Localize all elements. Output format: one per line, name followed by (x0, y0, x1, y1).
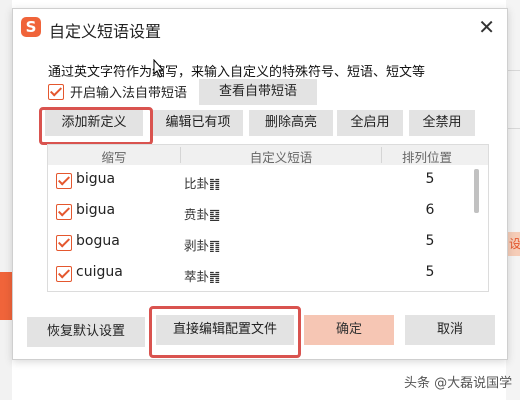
checkbox-checked-icon[interactable] (56, 173, 72, 189)
background-orange-tab (0, 272, 12, 320)
watermark: 头条 @大磊说国学 (404, 376, 513, 391)
column-header: 缩写 (101, 150, 127, 165)
cancel-button[interactable]: 取消 (405, 315, 495, 345)
abbreviation: bigua (76, 202, 116, 218)
background-divider (506, 128, 520, 129)
column-header: 排列位置 (401, 150, 452, 165)
delete-highlighted-button[interactable]: 删除高亮 (249, 110, 333, 136)
abbreviation: bogua (76, 233, 120, 249)
scrollbar-thumb[interactable] (474, 169, 479, 213)
background-right-panel (506, 0, 520, 400)
restore-default-button[interactable]: 恢复默认设置 (27, 317, 145, 347)
background-left-panel (0, 0, 12, 400)
edit-existing-button[interactable]: 编辑已有项 (153, 110, 243, 136)
background-settings-button: 设置 (506, 232, 520, 256)
close-icon[interactable]: ✕ (478, 15, 495, 39)
vertical-scrollbar[interactable] (470, 165, 484, 291)
abbreviation: bigua (76, 171, 116, 187)
table-row[interactable]: bigua 比卦䷇ 5 (48, 165, 488, 196)
checkbox-checked-icon[interactable] (48, 83, 64, 100)
table-row[interactable]: cuigua 萃卦䷬ 5 (48, 258, 488, 289)
disable-all-button[interactable]: 全禁用 (409, 110, 475, 136)
phrase: 比卦䷇ (184, 176, 221, 191)
edit-config-file-button[interactable]: 直接编辑配置文件 (156, 315, 294, 345)
position: 5 (425, 171, 435, 187)
table-header: 缩写 自定义短语 排列位置 (48, 145, 488, 165)
description-text: 通过英文字符作为缩写，来输入自定义的特殊符号、短语、短文等 (48, 65, 426, 80)
background-divider (506, 70, 520, 71)
enable-builtin-label: 开启输入法自带短语 (70, 86, 188, 101)
sogou-logo-icon: S (21, 17, 41, 37)
checkbox-checked-icon[interactable] (56, 204, 72, 220)
position: 5 (425, 233, 435, 249)
dialog-title: 自定义短语设置 (49, 22, 162, 41)
table-row[interactable]: bogua 剥卦䷖ 5 (48, 227, 488, 258)
custom-phrase-dialog: S 自定义短语设置 ✕ 通过英文字符作为缩写，来输入自定义的特殊符号、短语、短文… (12, 8, 508, 360)
enable-builtin-phrases[interactable]: 开启输入法自带短语 (48, 82, 187, 101)
column-header: 自定义短语 (249, 150, 313, 165)
position: 5 (425, 264, 435, 280)
phrase: 萃卦䷬ (184, 269, 221, 284)
enable-all-button[interactable]: 全启用 (337, 110, 403, 136)
confirm-button[interactable]: 确定 (304, 315, 394, 345)
phrase: 剥卦䷖ (184, 238, 221, 253)
phrase: 贲卦䷕ (184, 207, 221, 222)
add-new-button[interactable]: 添加新定义 (45, 110, 143, 136)
phrase-table: 缩写 自定义短语 排列位置 bigua 比卦䷇ 5 bigua 贲卦䷕ 6 bo… (47, 144, 489, 292)
title-bar: S 自定义短语设置 ✕ (13, 9, 507, 47)
checkbox-checked-icon[interactable] (56, 235, 72, 251)
abbreviation: cuigua (76, 264, 123, 280)
table-row[interactable]: bigua 贲卦䷕ 6 (48, 196, 488, 227)
checkbox-checked-icon[interactable] (56, 266, 72, 282)
mouse-cursor-icon (153, 59, 165, 78)
view-builtin-button[interactable]: 查看自带短语 (199, 79, 317, 105)
position: 6 (425, 202, 435, 218)
